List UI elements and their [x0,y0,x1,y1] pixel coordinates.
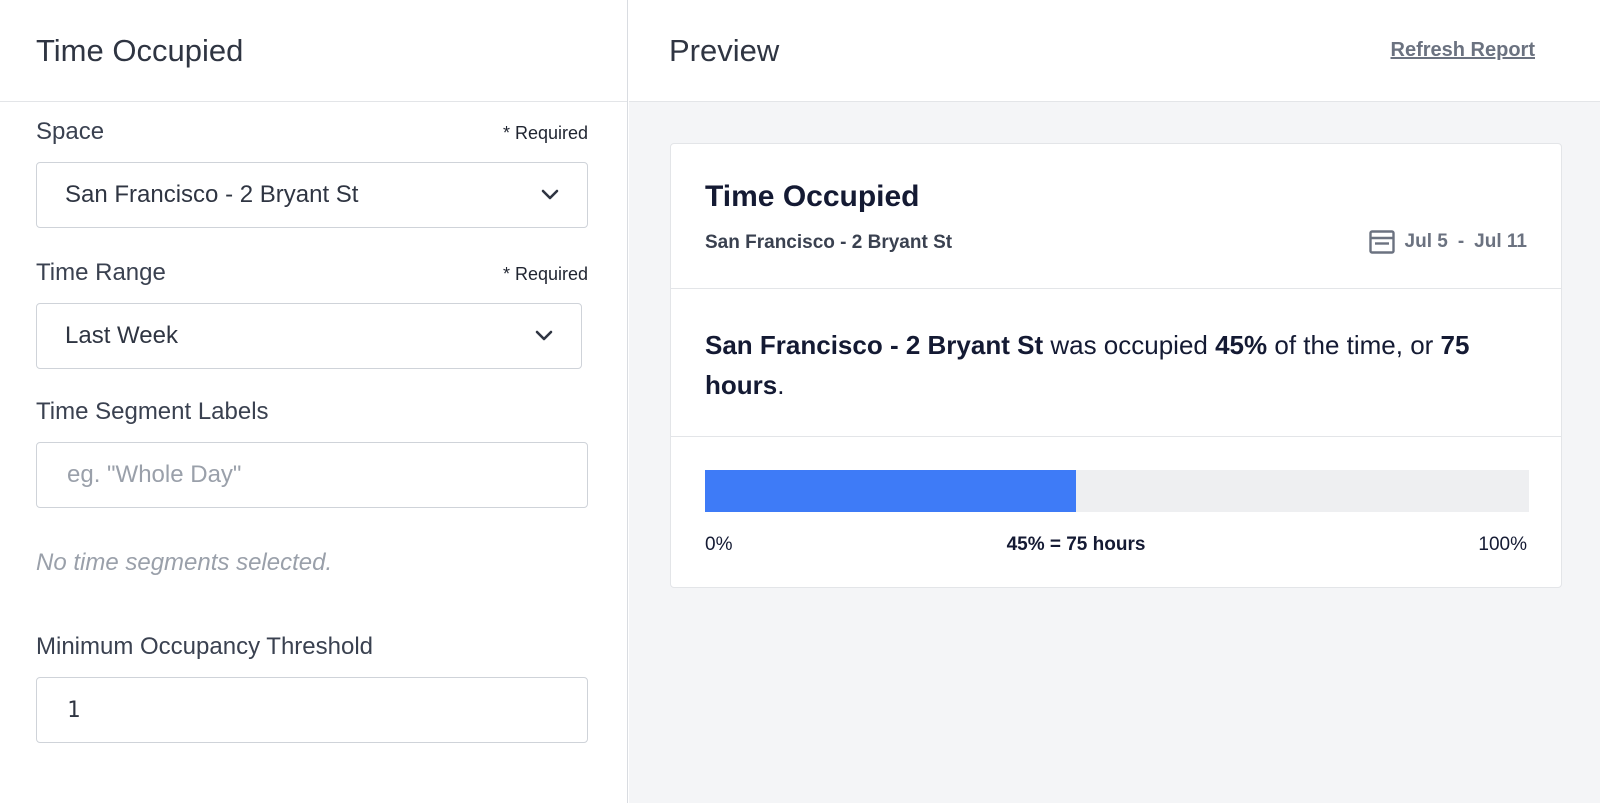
occupancy-summary: San Francisco - 2 Bryant St was occupied… [671,289,1561,437]
threshold-value: 1 [67,697,81,723]
occupancy-bar-fill [705,470,1076,512]
space-select[interactable]: San Francisco - 2 Bryant St [36,162,588,228]
threshold-label: Minimum Occupancy Threshold [36,633,374,660]
chevron-down-icon [533,325,555,347]
report-title: Time Occupied [705,180,920,213]
summary-percent: 45% [1215,330,1268,360]
space-field: Space * Required San Francisco - 2 Bryan… [36,118,588,228]
date-separator: - [1457,231,1465,252]
threshold-field: Minimum Occupancy Threshold 1 [36,633,588,743]
time-range-label: Time Range [36,259,166,286]
time-range-required-note: * Required [502,264,588,284]
summary-space: San Francisco - 2 Bryant St [705,330,1044,360]
summary-text-1: was occupied [1043,330,1216,360]
bar-max-label: 100% [1478,534,1527,555]
config-header: Time Occupied [0,0,627,102]
bar-value-label: 45% = 75 hours [1006,534,1146,555]
refresh-report-link[interactable]: Refresh Report [1391,39,1535,62]
report-space-name: San Francisco - 2 Bryant St [705,232,953,253]
occupancy-bar-section: 0% 45% = 75 hours 100% [671,437,1561,587]
preview-panel: Preview Refresh Report Time Occupied San… [629,0,1600,803]
report-card-header: Time Occupied San Francisco - 2 Bryant S… [671,144,1561,289]
space-required-note: * Required [502,123,588,143]
report-date-range: Jul 5 - Jul 11 [1368,230,1527,254]
preview-header: Preview Refresh Report [629,0,1600,102]
time-range-field: Time Range * Required Last Week [36,259,588,369]
summary-text-3: . [777,370,785,400]
report-card: Time Occupied San Francisco - 2 Bryant S… [670,143,1562,588]
threshold-input[interactable]: 1 [36,677,588,743]
bar-min-label: 0% [705,534,733,555]
time-segments-field: Time Segment Labels eg. "Whole Day" [36,398,588,508]
date-start: Jul 5 [1404,231,1448,252]
time-segments-label: Time Segment Labels [36,398,269,425]
preview-title: Preview [669,32,780,68]
time-segments-placeholder: eg. "Whole Day" [67,461,242,488]
no-segments-note: No time segments selected. [36,549,333,576]
config-title: Time Occupied [36,32,244,68]
time-range-select[interactable]: Last Week [36,303,582,369]
space-select-value: San Francisco - 2 Bryant St [65,181,359,208]
occupancy-bar-track [705,470,1529,512]
time-range-select-value: Last Week [65,322,178,349]
space-label: Space [36,118,105,145]
date-end: Jul 11 [1474,231,1527,252]
calendar-icon [1368,230,1395,254]
config-panel: Time Occupied Space * Required San Franc… [0,0,628,803]
chevron-down-icon [539,184,561,206]
time-segments-input[interactable]: eg. "Whole Day" [36,442,588,508]
summary-text-2: of the time, or [1267,330,1441,360]
